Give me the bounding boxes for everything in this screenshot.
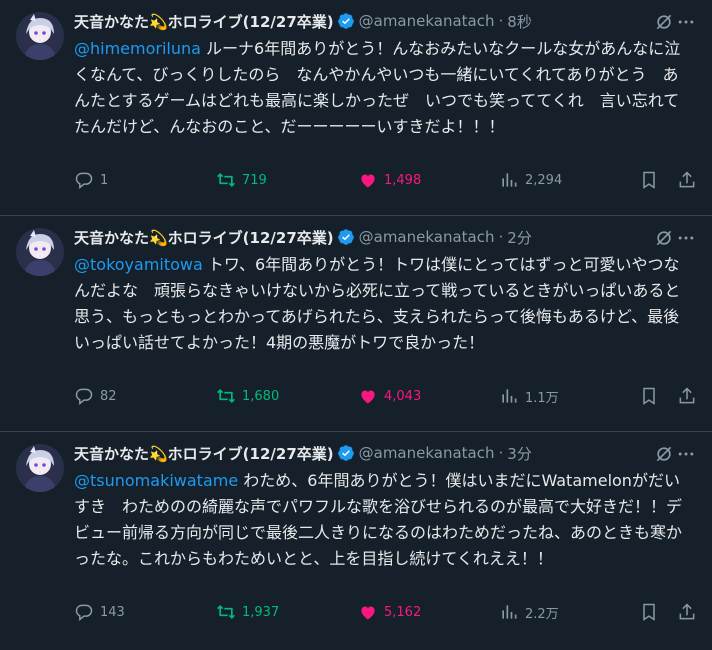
tweet[interactable]: 天音かなた💫ホロライブ(12/27卒業) @amanekanatach · 2分… <box>0 216 712 432</box>
bookmark-button[interactable] <box>639 170 665 190</box>
reply-icon <box>75 172 93 190</box>
grok-icon[interactable] <box>654 12 674 32</box>
verified-badge-icon <box>337 13 354 29</box>
grok-icon[interactable] <box>654 228 674 248</box>
handle[interactable]: @amanekanatach <box>359 444 495 462</box>
retweet-button[interactable]: 1,680 <box>216 386 279 406</box>
like-count: 1,498 <box>384 172 422 188</box>
bookmark-button[interactable] <box>639 602 665 622</box>
like-button[interactable]: 4,043 <box>358 386 421 406</box>
action-bar: 82 1,680 4,043 1.1万 <box>74 384 698 408</box>
reply-button[interactable]: 1 <box>74 170 108 190</box>
mention-link[interactable]: @tsunomakiwatame <box>74 471 238 490</box>
reply-button[interactable]: 82 <box>74 386 117 406</box>
tweet-header: 天音かなた💫ホロライブ(12/27卒業) @amanekanatach · 3分 <box>74 442 696 464</box>
reply-icon <box>75 604 93 622</box>
tweet-text: @tsunomakiwatame わため、6年間ありがとう！僕はいまだにWata… <box>74 468 694 572</box>
bookmark-icon <box>643 171 655 189</box>
views-button[interactable]: 2.2万 <box>499 602 559 622</box>
timestamp[interactable]: 2分 <box>507 227 532 248</box>
more-icon[interactable] <box>676 444 696 464</box>
timeline: 天音かなた💫ホロライブ(12/27卒業) @amanekanatach · 8秒… <box>0 0 712 650</box>
timestamp[interactable]: 3分 <box>507 443 532 464</box>
views-count: 2,294 <box>525 172 563 188</box>
views-count: 1.1万 <box>525 390 559 406</box>
retweet-count: 1,937 <box>242 604 280 620</box>
timestamp[interactable]: 8秒 <box>507 11 532 32</box>
tweet-header: 天音かなた💫ホロライブ(12/27卒業) @amanekanatach · 8秒 <box>74 10 696 32</box>
reply-button[interactable]: 143 <box>74 602 125 622</box>
tweet-text: @tokoyamitowa トワ、6年間ありがとう！トワは僕にとってはずっと可愛… <box>74 252 694 356</box>
tweet-content: 天音かなた💫ホロライブ(12/27卒業) @amanekanatach · 2分… <box>74 226 696 356</box>
share-button[interactable] <box>677 170 703 190</box>
retweet-icon <box>217 604 235 620</box>
tweet-content: 天音かなた💫ホロライブ(12/27卒業) @amanekanatach · 3分… <box>74 442 696 572</box>
separator-dot: · <box>498 444 504 462</box>
handle[interactable]: @amanekanatach <box>359 12 495 30</box>
retweet-count: 1,680 <box>242 388 280 404</box>
bookmark-icon <box>643 387 655 405</box>
like-button[interactable]: 5,162 <box>358 602 421 622</box>
retweet-button[interactable]: 1,937 <box>216 602 279 622</box>
tweet[interactable]: 天音かなた💫ホロライブ(12/27卒業) @amanekanatach · 3分… <box>0 432 712 650</box>
heart-icon <box>361 174 375 188</box>
avatar[interactable] <box>16 12 64 60</box>
retweet-icon <box>217 388 235 404</box>
reply-count: 82 <box>100 388 117 404</box>
like-count: 4,043 <box>384 388 422 404</box>
display-name[interactable]: 天音かなた💫ホロライブ(12/27卒業) <box>74 227 334 248</box>
separator-dot: · <box>498 12 504 30</box>
action-bar: 1 719 1,498 2,294 <box>74 168 698 192</box>
tweet-text: @himemoriluna ルーナ6年間ありがとう！んなおみたいなクールな女があ… <box>74 36 694 140</box>
share-button[interactable] <box>677 602 703 622</box>
share-icon <box>679 171 695 188</box>
like-count: 5,162 <box>384 604 422 620</box>
retweet-count: 719 <box>242 172 267 188</box>
bookmark-icon <box>643 603 655 621</box>
reply-count: 1 <box>100 172 109 188</box>
share-icon <box>679 387 695 404</box>
tweet-header: 天音かなた💫ホロライブ(12/27卒業) @amanekanatach · 2分 <box>74 226 696 248</box>
views-icon <box>502 605 517 619</box>
views-icon <box>502 173 517 187</box>
views-count: 2.2万 <box>525 606 559 622</box>
heart-icon <box>361 606 375 620</box>
share-icon <box>679 603 695 620</box>
reply-count: 143 <box>100 604 125 620</box>
retweet-button[interactable]: 719 <box>216 170 267 190</box>
more-icon[interactable] <box>676 12 696 32</box>
reply-icon <box>75 388 93 406</box>
views-icon <box>502 389 517 403</box>
handle[interactable]: @amanekanatach <box>359 228 495 246</box>
tweet-content: 天音かなた💫ホロライブ(12/27卒業) @amanekanatach · 8秒… <box>74 10 696 140</box>
more-icon[interactable] <box>676 228 696 248</box>
heart-icon <box>361 390 375 404</box>
verified-badge-icon <box>337 445 354 461</box>
display-name[interactable]: 天音かなた💫ホロライブ(12/27卒業) <box>74 11 334 32</box>
like-button[interactable]: 1,498 <box>358 170 421 190</box>
avatar[interactable] <box>16 444 64 492</box>
views-button[interactable]: 2,294 <box>499 170 562 190</box>
grok-icon[interactable] <box>654 444 674 464</box>
bookmark-button[interactable] <box>639 386 665 406</box>
avatar[interactable] <box>16 228 64 276</box>
separator-dot: · <box>498 228 504 246</box>
views-button[interactable]: 1.1万 <box>499 386 559 406</box>
retweet-icon <box>217 172 235 188</box>
share-button[interactable] <box>677 386 703 406</box>
display-name[interactable]: 天音かなた💫ホロライブ(12/27卒業) <box>74 443 334 464</box>
verified-badge-icon <box>337 229 354 245</box>
action-bar: 143 1,937 5,162 2.2万 <box>74 600 698 624</box>
mention-link[interactable]: @tokoyamitowa <box>74 255 203 274</box>
mention-link[interactable]: @himemoriluna <box>74 39 201 58</box>
tweet[interactable]: 天音かなた💫ホロライブ(12/27卒業) @amanekanatach · 8秒… <box>0 0 712 216</box>
